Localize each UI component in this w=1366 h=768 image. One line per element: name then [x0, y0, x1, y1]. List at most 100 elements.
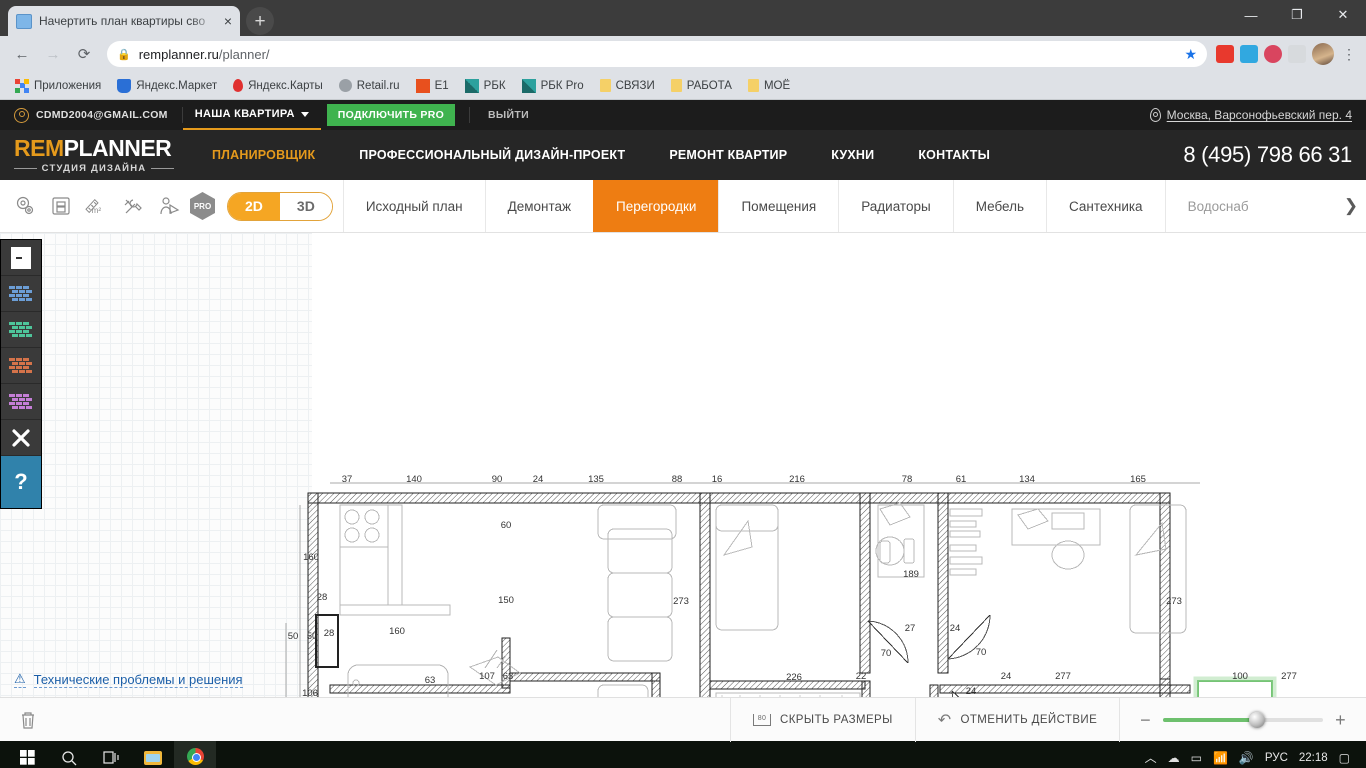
tools-icon[interactable]	[118, 191, 148, 221]
undo-button[interactable]: ↶ ОТМЕНИТЬ ДЕЙСТВИЕ	[915, 698, 1119, 742]
chrome-menu-icon[interactable]: ⋮	[1340, 46, 1358, 63]
tab-furniture[interactable]: Мебель	[953, 180, 1046, 232]
phone-number[interactable]: 8 (495) 798 66 31	[1183, 142, 1352, 168]
nav-links: ПЛАНИРОВЩИК ПРОФЕССИОНАЛЬНЫЙ ДИЗАЙН-ПРОЕ…	[190, 148, 1012, 162]
nav-link-design-project[interactable]: ПРОФЕССИОНАЛЬНЫЙ ДИЗАЙН-ПРОЕКТ	[337, 148, 647, 162]
new-tab-button[interactable]: +	[246, 7, 274, 35]
svg-text:160: 160	[303, 552, 319, 563]
logo-subtitle: СТУДИЯ ДИЗАЙНА	[42, 163, 147, 174]
bookmark-svyazi[interactable]: СВЯЗИ	[593, 77, 662, 94]
print-icon[interactable]	[46, 191, 76, 221]
bookmark-retail[interactable]: Retail.ru	[332, 77, 407, 94]
nav-link-repair[interactable]: РЕМОНТ КВАРТИР	[647, 148, 809, 162]
back-icon[interactable]: ←	[8, 40, 36, 68]
zoom-in-button[interactable]: +	[1335, 711, 1346, 729]
tab-plumbing[interactable]: Сантехника	[1046, 180, 1165, 232]
svg-text:27: 27	[905, 623, 916, 634]
search-button[interactable]	[48, 741, 90, 768]
volume-icon[interactable]: 🔊	[1239, 751, 1254, 765]
bookmark-star-icon[interactable]: ★	[1184, 46, 1197, 63]
chevron-down-icon	[301, 112, 309, 117]
bookmark-market[interactable]: Яндекс.Маркет	[110, 77, 224, 95]
bookmark-e1[interactable]: E1	[409, 77, 456, 95]
wall-green-tool[interactable]	[1, 312, 41, 348]
browser-tab[interactable]: Начертить план квартиры сво ×	[8, 6, 240, 36]
windows-taskbar: ︿ ☁ ▭ 📶 🔊 РУС 22:18 ▢	[0, 741, 1366, 768]
bookmark-rbc-pro[interactable]: РБК Pro	[515, 77, 591, 95]
bookmark-moyo[interactable]: МОЁ	[741, 77, 797, 94]
zoom-control[interactable]: − +	[1119, 698, 1366, 742]
chevron-up-icon[interactable]: ︿	[1145, 749, 1157, 766]
zoom-slider-handle[interactable]	[1249, 712, 1265, 728]
wifi-icon[interactable]: 📶	[1213, 751, 1228, 765]
extension-icon-3[interactable]	[1264, 45, 1282, 63]
close-icon[interactable]: ×	[224, 14, 232, 28]
task-view-icon	[103, 750, 120, 765]
bookmark-rbc[interactable]: РБК	[458, 77, 513, 95]
chevron-right-icon[interactable]: ❯	[1336, 180, 1366, 232]
extension-icon-2[interactable]	[1240, 45, 1258, 63]
zoom-slider[interactable]	[1163, 718, 1323, 722]
chrome-taskbar-button[interactable]	[174, 741, 216, 768]
delete-wall-tool[interactable]	[1, 420, 41, 456]
floor-plan-drawing[interactable]: 37140 9024 13588 16216 7861 134165 16028…	[0, 233, 1366, 697]
door-opening-tool[interactable]	[1, 240, 41, 276]
browser-titlebar: Начертить план квартиры сво × + — ❐ ✕	[0, 0, 1366, 36]
view-2d-button[interactable]: 2D	[228, 193, 280, 220]
trash-icon[interactable]	[0, 710, 56, 730]
settings-gear-icon[interactable]	[10, 191, 40, 221]
extension-icon-4[interactable]	[1288, 45, 1306, 63]
connect-pro-button[interactable]: ПОДКЛЮЧИТЬ PRO	[327, 104, 455, 126]
office-address[interactable]: Москва, Варсонофьевский пер. 4	[1150, 108, 1352, 122]
forward-icon[interactable]: →	[39, 40, 67, 68]
explorer-button[interactable]	[132, 741, 174, 768]
project-name: НАША КВАРТИРА	[195, 108, 295, 120]
address-bar[interactable]: 🔒 remplanner.ru/planner/ ★	[107, 41, 1207, 67]
svg-text:277: 277	[1055, 671, 1071, 682]
tab-partitions[interactable]: Перегородки	[593, 180, 718, 232]
tab-water-supply[interactable]: Водоснаб	[1165, 180, 1271, 232]
area-m2-icon[interactable]: m²	[82, 191, 112, 221]
language-indicator[interactable]: РУС	[1265, 752, 1288, 764]
battery-icon[interactable]: ▭	[1191, 751, 1202, 765]
hide-dimensions-button[interactable]: 80 СКРЫТЬ РАЗМЕРЫ	[730, 698, 915, 742]
view-3d-button[interactable]: 3D	[280, 193, 332, 220]
tab-demolition[interactable]: Демонтаж	[485, 180, 593, 232]
logo[interactable]: REMPLANNER СТУДИЯ ДИЗАЙНА	[14, 137, 174, 174]
pro-badge-icon[interactable]: PRO	[190, 192, 215, 220]
notification-icon[interactable]: ▢	[1339, 751, 1350, 765]
nav-link-kitchens[interactable]: КУХНИ	[809, 148, 896, 162]
reload-icon[interactable]: ⟳	[70, 40, 98, 68]
folder-icon	[144, 751, 162, 765]
project-selector[interactable]: НАША КВАРТИРА	[183, 100, 321, 130]
close-window-button[interactable]: ✕	[1320, 0, 1366, 30]
account-info[interactable]: CDMD2004@GMAIL.COM	[14, 108, 182, 123]
task-view-button[interactable]	[90, 741, 132, 768]
view-mode-toggle[interactable]: 2D 3D	[227, 192, 333, 221]
extension-icon-1[interactable]	[1216, 45, 1234, 63]
wall-orange-tool[interactable]	[1, 348, 41, 384]
maximize-button[interactable]: ❐	[1274, 0, 1320, 30]
help-tool[interactable]: ?	[1, 456, 41, 508]
cloud-icon[interactable]: ☁	[1168, 751, 1180, 765]
tab-rooms[interactable]: Помещения	[718, 180, 838, 232]
bookmark-maps[interactable]: Яндекс.Карты	[226, 77, 330, 94]
nav-link-planner[interactable]: ПЛАНИРОВЩИК	[190, 148, 337, 162]
clock[interactable]: 22:18	[1299, 752, 1328, 764]
zoom-out-button[interactable]: −	[1140, 711, 1151, 729]
tech-problems-link[interactable]: ⚠ Технические проблемы и решения	[14, 671, 243, 688]
tab-radiators[interactable]: Радиаторы	[838, 180, 952, 232]
tab-original-plan[interactable]: Исходный план	[343, 180, 485, 232]
minimize-button[interactable]: —	[1228, 0, 1274, 30]
wall-purple-tool[interactable]	[1, 384, 41, 420]
floor-plan-canvas[interactable]: 37140 9024 13588 16216 7861 134165 16028…	[0, 233, 1366, 697]
avatar[interactable]	[1312, 43, 1334, 65]
nav-link-contacts[interactable]: КОНТАКТЫ	[896, 148, 1012, 162]
worker-icon[interactable]	[154, 191, 184, 221]
svg-text:134: 134	[1019, 474, 1035, 485]
bookmark-apps[interactable]: Приложения	[8, 77, 108, 95]
logout-button[interactable]: ВЫЙТИ	[470, 109, 547, 121]
start-button[interactable]	[6, 741, 48, 768]
wall-blue-tool[interactable]	[1, 276, 41, 312]
bookmark-rabota[interactable]: РАБОТА	[664, 77, 739, 94]
